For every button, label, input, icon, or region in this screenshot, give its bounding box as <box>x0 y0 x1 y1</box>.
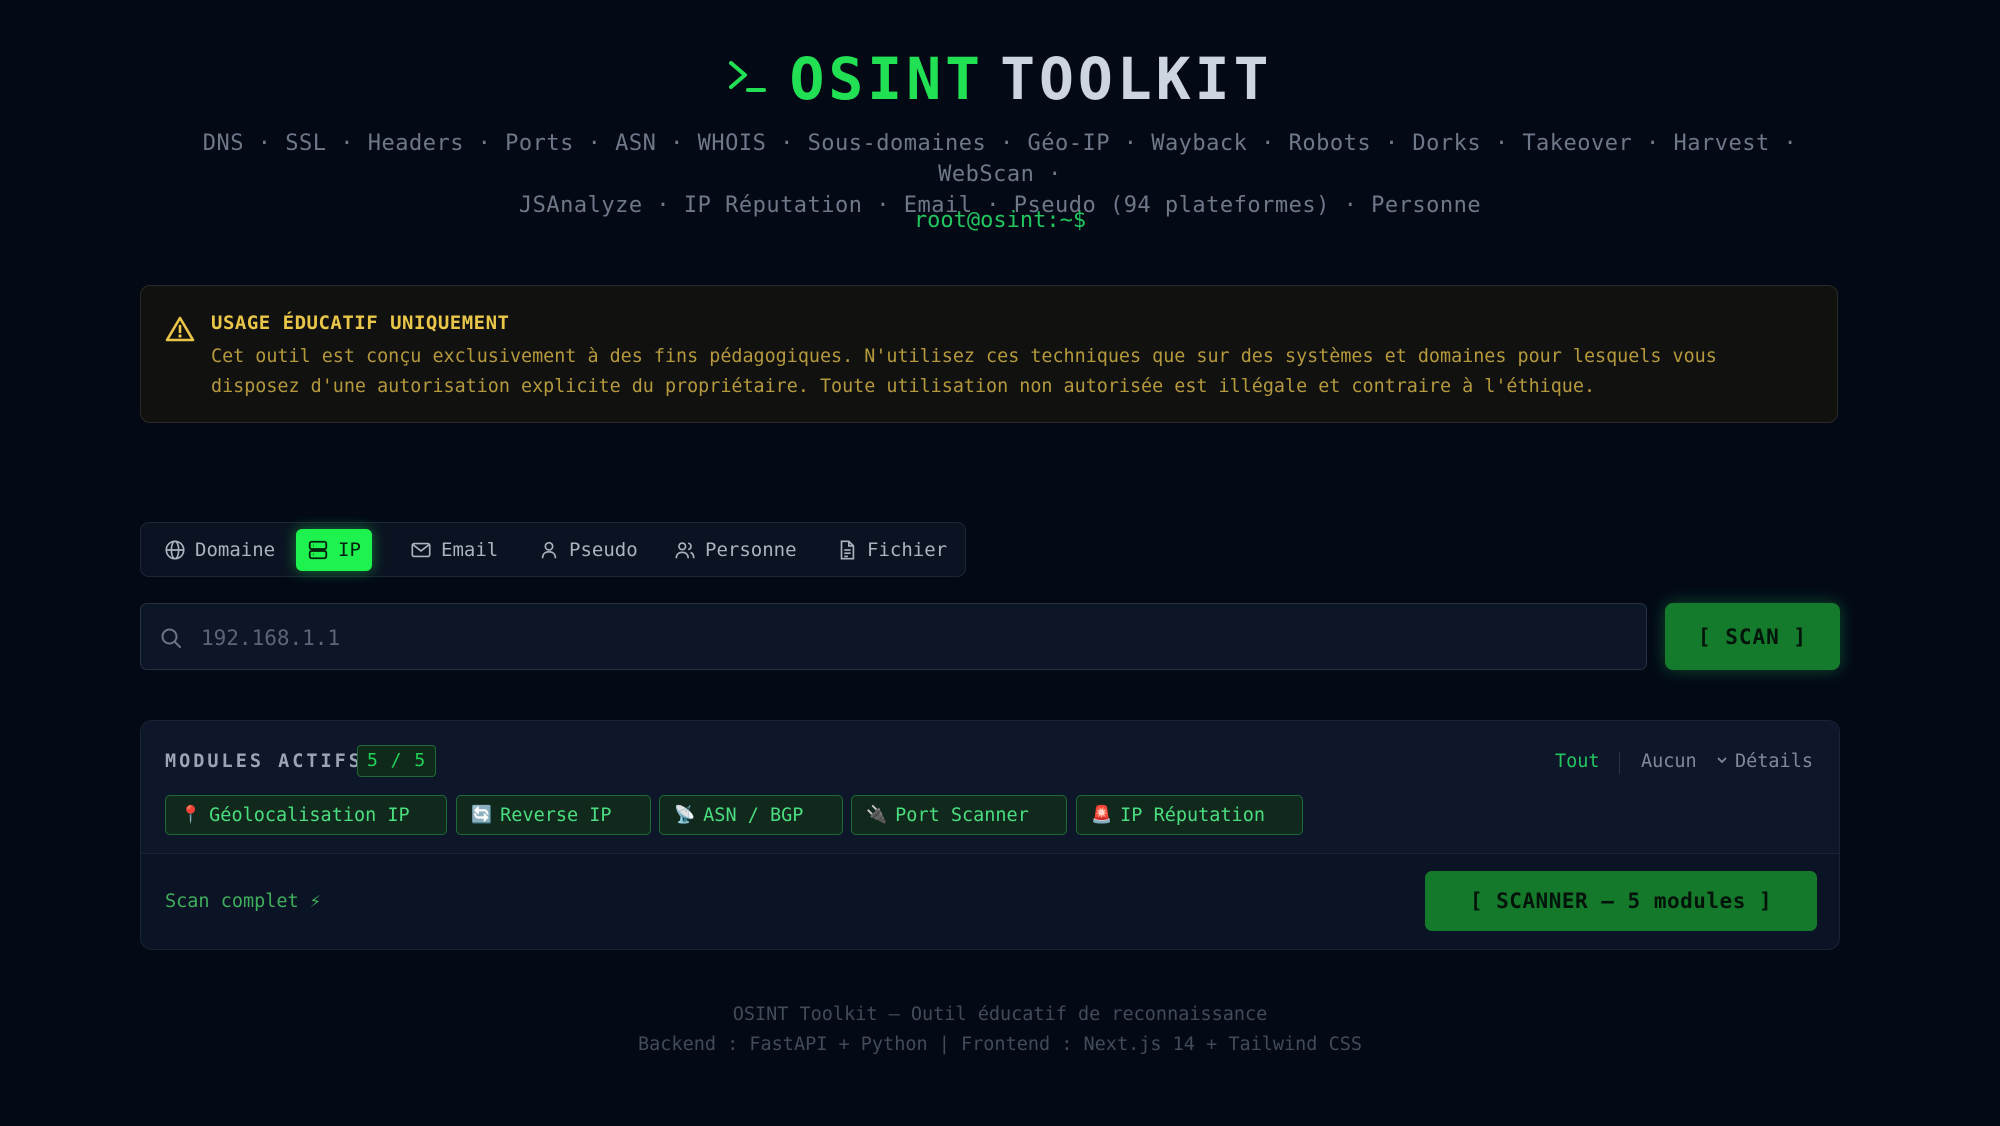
tab-label: IP <box>338 539 361 561</box>
module-chip-asn-bgp[interactable]: 📡 ASN / BGP <box>659 795 843 835</box>
modules-count-badge: 5 / 5 <box>357 745 437 777</box>
file-icon <box>836 539 858 561</box>
tab-pseudo[interactable]: Pseudo <box>527 529 649 571</box>
details-label: Détails <box>1735 751 1813 772</box>
module-chip-label: Port Scanner <box>895 804 1029 826</box>
title-toolkit: TOOLKIT <box>1000 45 1273 113</box>
module-chip-label: IP Réputation <box>1120 804 1265 826</box>
tab-label: Domaine <box>195 539 276 561</box>
scan-status: Scan complet ⚡ <box>165 891 321 912</box>
footer-line-1: OSINT Toolkit — Outil éducatif de reconn… <box>732 1004 1268 1025</box>
mail-icon <box>410 539 432 561</box>
plug-icon: 🔌 <box>866 805 888 825</box>
warning-title: USAGE ÉDUCATIF UNIQUEMENT <box>211 312 510 334</box>
search-icon <box>159 626 183 654</box>
feature-list-line-1: DNS · SSL · Headers · Ports · ASN · WHOI… <box>202 131 1798 187</box>
warning-text: Cet outil est conçu exclusivement à des … <box>211 346 1717 397</box>
pin-icon: 📍 <box>180 805 202 825</box>
tab-personne[interactable]: Personne <box>663 529 808 571</box>
tab-email[interactable]: Email <box>399 529 509 571</box>
select-none-link[interactable]: Aucun <box>1641 751 1697 772</box>
module-chip-reverse-ip[interactable]: 🔄 Reverse IP <box>456 795 651 835</box>
tab-label: Pseudo <box>569 539 638 561</box>
tab-label: Personne <box>705 539 797 561</box>
scan-button[interactable]: [ SCAN ] <box>1665 603 1840 670</box>
users-icon <box>674 539 696 561</box>
user-icon <box>538 539 560 561</box>
warning-triangle-icon <box>165 315 195 347</box>
modules-panel: MODULES ACTIFS 5 / 5 Tout Aucun Détails … <box>140 720 1840 950</box>
terminal-prompt-icon <box>727 57 767 101</box>
title-row: OSINT TOOLKIT <box>0 44 2000 114</box>
tab-ip[interactable]: IP <box>296 529 372 571</box>
divider <box>1619 752 1620 774</box>
shell-prompt: root@osint:~$ <box>913 208 1087 233</box>
search-field <box>140 603 1647 671</box>
tab-label: Email <box>441 539 499 561</box>
refresh-icon: 🔄 <box>471 805 493 825</box>
tab-label: Fichier <box>867 539 948 561</box>
chevron-down-icon <box>1715 751 1729 772</box>
select-all-link[interactable]: Tout <box>1555 751 1600 772</box>
scanner-button[interactable]: [ SCANNER — 5 modules ] <box>1425 871 1817 931</box>
tab-domaine[interactable]: Domaine <box>153 529 286 571</box>
modules-header: MODULES ACTIFS 5 / 5 Tout Aucun Détails … <box>141 721 1839 854</box>
modules-label: MODULES ACTIFS <box>165 751 363 772</box>
module-chip-label: ASN / BGP <box>703 804 804 826</box>
target-type-tabs: Domaine IP Email Pseudo Personne Fichier <box>140 522 966 577</box>
module-chip-ip-reputation[interactable]: 🚨 IP Réputation <box>1076 795 1303 835</box>
footer: OSINT Toolkit — Outil éducatif de reconn… <box>0 1000 2000 1060</box>
server-icon <box>307 539 329 561</box>
tab-fichier[interactable]: Fichier <box>825 529 958 571</box>
details-toggle[interactable]: Détails <box>1715 751 1813 772</box>
target-input[interactable] <box>199 604 1623 671</box>
globe-icon <box>164 539 186 561</box>
page-title: OSINT TOOLKIT <box>789 44 1272 114</box>
module-chip-label: Reverse IP <box>500 804 612 826</box>
module-chip-label: Géolocalisation IP <box>209 804 410 826</box>
footer-line-2: Backend : FastAPI + Python | Frontend : … <box>638 1034 1362 1055</box>
module-chip-port-scanner[interactable]: 🔌 Port Scanner <box>851 795 1067 835</box>
module-chip-geolocalisation[interactable]: 📍 Géolocalisation IP <box>165 795 447 835</box>
title-osint: OSINT <box>789 45 985 113</box>
warning-banner: USAGE ÉDUCATIF UNIQUEMENT Cet outil est … <box>140 285 1838 423</box>
siren-icon: 🚨 <box>1091 805 1113 825</box>
satellite-icon: 📡 <box>674 805 696 825</box>
